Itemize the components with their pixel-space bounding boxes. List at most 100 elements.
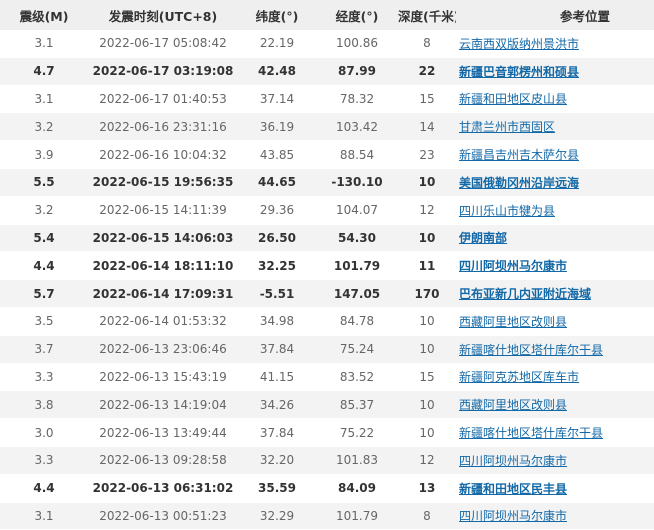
cell-time: 2022-06-17 03:19:08 <box>88 57 238 86</box>
header-magnitude: 震级(M) <box>0 0 88 30</box>
cell-depth: 170 <box>398 279 456 308</box>
cell-latitude: 37.84 <box>238 335 316 364</box>
cell-longitude: 83.52 <box>316 363 398 392</box>
cell-time: 2022-06-13 23:06:46 <box>88 335 238 364</box>
cell-latitude: 41.15 <box>238 363 316 392</box>
earthquake-table: 震级(M) 发震时刻(UTC+8) 纬度(°) 经度(°) 深度(千米) 参考位… <box>0 0 654 530</box>
location-link[interactable]: 新疆和田地区皮山县 <box>459 92 567 106</box>
location-link[interactable]: 云南西双版纳州景洪市 <box>459 37 579 51</box>
cell-latitude: 29.36 <box>238 196 316 225</box>
location-link[interactable]: 伊朗南部 <box>459 231 507 245</box>
header-time: 发震时刻(UTC+8) <box>88 0 238 30</box>
table-row: 3.2 2022-06-15 14:11:39 29.36 104.07 12 四川乐山市… <box>0 196 654 225</box>
cell-depth: 11 <box>398 251 456 281</box>
location-link[interactable]: 新疆巴音郭楞州和硕县 <box>459 65 579 79</box>
location-link[interactable]: 四川阿坝州马尔康市 <box>459 509 567 523</box>
header-depth: 深度(千米) <box>398 0 456 30</box>
header-location: 参考位置 <box>456 0 654 30</box>
cell-time: 2022-06-14 01:53:32 <box>88 307 238 336</box>
cell-latitude: 32.20 <box>238 446 316 475</box>
cell-depth: 12 <box>398 196 456 225</box>
cell-longitude: -130.10 <box>316 168 398 197</box>
cell-location: 美国俄勒冈州沿岸远海 <box>456 168 654 197</box>
cell-depth: 13 <box>398 474 456 503</box>
table-row: 4.7 2022-06-17 03:19:08 42.48 87.99 22 新疆巴音郭楞… <box>0 57 654 86</box>
location-link[interactable]: 新疆阿克苏地区库车市 <box>459 370 579 384</box>
cell-latitude: 44.65 <box>238 168 316 197</box>
table-row: 5.4 2022-06-15 14:06:03 26.50 54.30 10 伊朗南部 <box>0 224 654 253</box>
location-link[interactable]: 西藏阿里地区改则县 <box>459 315 567 329</box>
location-link[interactable]: 新疆昌吉州吉木萨尔县 <box>459 148 579 162</box>
cell-location: 巴布亚新几内亚附近海域 <box>456 279 654 308</box>
cell-depth: 14 <box>398 112 456 142</box>
cell-time: 2022-06-15 14:06:03 <box>88 224 238 253</box>
cell-longitude: 101.79 <box>316 502 398 530</box>
cell-magnitude: 3.0 <box>0 418 88 447</box>
cell-depth: 8 <box>398 502 456 530</box>
location-link[interactable]: 甘肃兰州市西固区 <box>459 120 555 134</box>
cell-magnitude: 3.7 <box>0 335 88 364</box>
cell-time: 2022-06-13 13:49:44 <box>88 418 238 447</box>
location-link[interactable]: 新疆喀什地区塔什库尔干县 <box>459 343 603 357</box>
cell-location: 西藏阿里地区改则县 <box>456 390 654 420</box>
cell-magnitude: 4.4 <box>0 251 88 281</box>
cell-longitude: 101.79 <box>316 251 398 281</box>
cell-longitude: 75.24 <box>316 335 398 364</box>
cell-longitude: 84.09 <box>316 474 398 503</box>
cell-location: 新疆昌吉州吉木萨尔县 <box>456 140 654 169</box>
cell-location: 新疆喀什地区塔什库尔干县 <box>456 335 654 364</box>
cell-magnitude: 3.1 <box>0 502 88 530</box>
cell-magnitude: 5.7 <box>0 279 88 308</box>
cell-time: 2022-06-17 01:40:53 <box>88 85 238 114</box>
cell-longitude: 101.83 <box>316 446 398 475</box>
cell-time: 2022-06-13 15:43:19 <box>88 363 238 392</box>
cell-depth: 12 <box>398 446 456 475</box>
cell-time: 2022-06-13 09:28:58 <box>88 446 238 475</box>
cell-magnitude: 3.8 <box>0 390 88 420</box>
cell-depth: 10 <box>398 168 456 197</box>
location-link[interactable]: 新疆喀什地区塔什库尔干县 <box>459 426 603 440</box>
location-link[interactable]: 美国俄勒冈州沿岸远海 <box>459 176 579 190</box>
cell-location: 西藏阿里地区改则县 <box>456 307 654 336</box>
location-link[interactable]: 四川阿坝州马尔康市 <box>459 454 567 468</box>
table-row: 3.3 2022-06-13 09:28:58 32.20 101.83 12 四川阿坝州… <box>0 446 654 475</box>
location-link[interactable]: 四川阿坝州马尔康市 <box>459 259 567 273</box>
cell-location: 云南西双版纳州景洪市 <box>456 30 654 58</box>
cell-magnitude: 3.5 <box>0 307 88 336</box>
cell-longitude: 78.32 <box>316 85 398 114</box>
cell-time: 2022-06-14 17:09:31 <box>88 279 238 308</box>
table-row: 3.0 2022-06-13 13:49:44 37.84 75.22 10 新疆喀什地区… <box>0 418 654 447</box>
cell-latitude: 37.84 <box>238 418 316 447</box>
cell-latitude: 34.98 <box>238 307 316 336</box>
cell-magnitude: 3.3 <box>0 363 88 392</box>
cell-latitude: -5.51 <box>238 279 316 308</box>
table-row: 5.5 2022-06-15 19:56:35 44.65 -130.10 10 美国俄勒… <box>0 168 654 197</box>
cell-location: 新疆阿克苏地区库车市 <box>456 363 654 392</box>
cell-time: 2022-06-15 19:56:35 <box>88 168 238 197</box>
cell-depth: 15 <box>398 363 456 392</box>
cell-longitude: 85.37 <box>316 390 398 420</box>
cell-longitude: 100.86 <box>316 30 398 58</box>
cell-depth: 22 <box>398 57 456 86</box>
cell-latitude: 37.14 <box>238 85 316 114</box>
cell-time: 2022-06-15 14:11:39 <box>88 196 238 225</box>
cell-time: 2022-06-13 14:19:04 <box>88 390 238 420</box>
location-link[interactable]: 新疆和田地区民丰县 <box>459 482 567 496</box>
location-link[interactable]: 西藏阿里地区改则县 <box>459 398 567 412</box>
cell-location: 四川阿坝州马尔康市 <box>456 251 654 281</box>
table-row: 3.1 2022-06-17 05:08:42 22.19 100.86 8 云南西双版纳… <box>0 30 654 58</box>
cell-magnitude: 5.4 <box>0 224 88 253</box>
cell-time: 2022-06-14 18:11:10 <box>88 251 238 281</box>
table-row: 3.3 2022-06-13 15:43:19 41.15 83.52 15 新疆阿克苏地… <box>0 363 654 392</box>
cell-depth: 8 <box>398 30 456 58</box>
cell-longitude: 54.30 <box>316 224 398 253</box>
cell-location: 伊朗南部 <box>456 224 654 253</box>
cell-latitude: 42.48 <box>238 57 316 86</box>
location-link[interactable]: 巴布亚新几内亚附近海域 <box>459 287 591 301</box>
header-longitude: 经度(°) <box>316 0 398 30</box>
cell-longitude: 103.42 <box>316 112 398 142</box>
location-link[interactable]: 四川乐山市犍为县 <box>459 204 555 218</box>
table-row: 3.1 2022-06-13 00:51:23 32.29 101.79 8 四川阿坝州马… <box>0 502 654 530</box>
cell-magnitude: 4.4 <box>0 474 88 503</box>
cell-magnitude: 3.2 <box>0 196 88 225</box>
